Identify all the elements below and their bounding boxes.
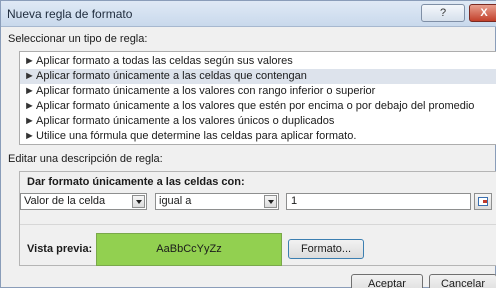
arrow-right-icon: ► — [24, 130, 35, 142]
cancel-button[interactable]: Cancelar — [429, 274, 496, 288]
rule-type-item-label: Utilice una fórmula que determine las ce… — [36, 130, 357, 142]
chevron-down-icon[interactable] — [132, 195, 145, 208]
dialog-title: Nueva regla de formato — [7, 7, 133, 21]
operator-select-value: igual a — [159, 195, 192, 207]
arrow-right-icon: ► — [24, 115, 35, 127]
rule-type-item-selected[interactable]: ►Aplicar formato únicamente a las celdas… — [20, 69, 496, 84]
help-button[interactable]: ? — [421, 4, 465, 22]
ok-button[interactable]: Aceptar — [351, 274, 423, 288]
rule-type-item[interactable]: ►Aplicar formato únicamente a los valore… — [20, 99, 496, 114]
condition-select-value: Valor de la celda — [24, 195, 106, 207]
rule-type-item[interactable]: ►Aplicar formato únicamente a los valore… — [20, 84, 496, 99]
operator-select[interactable]: igual a — [155, 193, 279, 210]
preview-label: Vista previa: — [27, 243, 93, 255]
rule-description-title: Dar formato únicamente a las celdas con: — [27, 176, 245, 188]
rule-type-item-label: Aplicar formato a todas las celdas según… — [36, 55, 293, 67]
arrow-right-icon: ► — [24, 70, 35, 82]
rule-type-item[interactable]: ►Utilice una fórmula que determine las c… — [20, 129, 496, 144]
rule-type-item-label: Aplicar formato únicamente a las celdas … — [36, 70, 307, 82]
condition-select[interactable]: Valor de la celda — [20, 193, 147, 210]
rule-type-item-label: Aplicar formato únicamente a los valores… — [36, 100, 475, 112]
preview-swatch: AaBbCcYyZz — [96, 233, 282, 266]
rule-type-label: Seleccionar un tipo de regla: — [8, 33, 148, 45]
arrow-right-icon: ► — [24, 85, 35, 97]
range-select-icon — [478, 197, 488, 206]
cell-reference-button[interactable] — [474, 193, 492, 210]
new-format-rule-dialog: Nueva regla de formato ? X Seleccionar u… — [0, 0, 496, 288]
value-input[interactable]: 1 — [286, 193, 471, 210]
rule-type-item[interactable]: ►Aplicar formato únicamente a los valore… — [20, 114, 496, 129]
rule-type-item-label: Aplicar formato únicamente a los valores… — [36, 85, 376, 97]
divider — [20, 224, 496, 225]
arrow-right-icon: ► — [24, 100, 35, 112]
title-bar: Nueva regla de formato ? X — [1, 1, 496, 27]
rule-type-list[interactable]: ►Aplicar formato a todas las celdas segú… — [19, 51, 496, 145]
close-button[interactable]: X — [469, 4, 496, 22]
chevron-down-icon[interactable] — [264, 195, 277, 208]
rule-description-label: Editar una descripción de regla: — [8, 153, 163, 165]
rule-type-item[interactable]: ►Aplicar formato a todas las celdas segú… — [20, 54, 496, 69]
arrow-right-icon: ► — [24, 55, 35, 67]
rule-type-item-label: Aplicar formato únicamente a los valores… — [36, 115, 335, 127]
format-button[interactable]: Formato... — [288, 239, 364, 259]
rule-description-box: Dar formato únicamente a las celdas con:… — [19, 171, 496, 266]
